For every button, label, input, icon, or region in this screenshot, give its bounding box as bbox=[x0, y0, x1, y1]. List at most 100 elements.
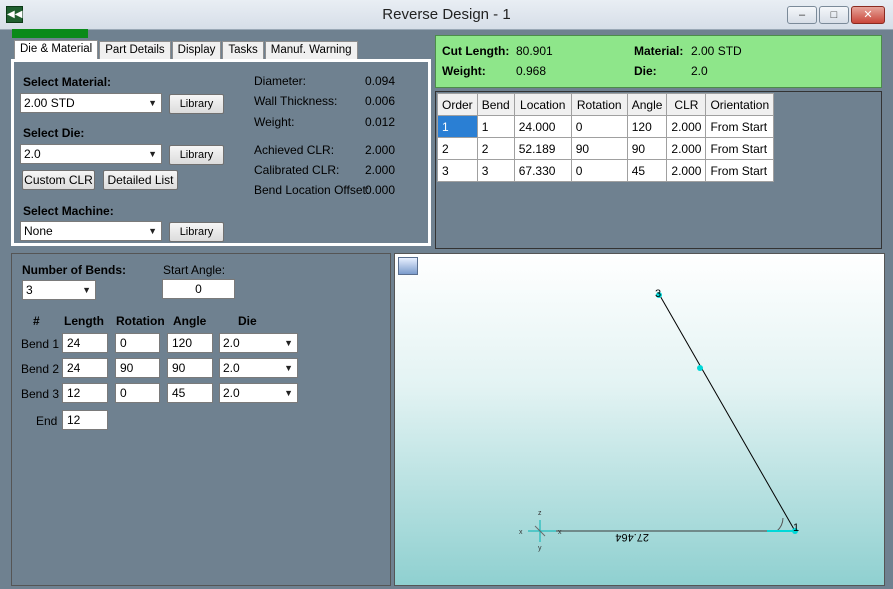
start-angle-label: Start Angle: bbox=[163, 263, 226, 277]
tube-drawing: 3 1 27.464 x x z y bbox=[519, 288, 799, 552]
bend-1-die-value: 2.0 bbox=[223, 336, 240, 350]
tab-tasks[interactable]: Tasks bbox=[222, 41, 264, 59]
table-cell[interactable]: 1 bbox=[437, 115, 478, 138]
table-row[interactable]: 2 2 52.189 90 90 2.000 From Start bbox=[437, 137, 775, 160]
table-row[interactable]: 3 3 67.330 0 45 2.000 From Start bbox=[437, 159, 775, 182]
die-summary-value: 2.0 bbox=[691, 64, 708, 78]
table-cell[interactable]: 90 bbox=[570, 137, 628, 160]
tube-3d-view[interactable]: 3 1 27.464 x x z y bbox=[394, 253, 885, 586]
bend-1-length-input[interactable]: 24 bbox=[62, 333, 108, 353]
chevron-down-icon: ▼ bbox=[148, 98, 157, 108]
table-cell[interactable]: 24.000 bbox=[513, 115, 572, 138]
die-select[interactable]: 2.0 ▼ bbox=[20, 144, 162, 164]
chevron-down-icon: ▼ bbox=[148, 226, 157, 236]
achieved-clr-label: Achieved CLR: bbox=[254, 143, 335, 157]
bend-1-die-select[interactable]: 2.0 ▼ bbox=[219, 333, 298, 353]
machine-select[interactable]: None ▼ bbox=[20, 221, 162, 241]
bend-2-die-select[interactable]: 2.0 ▼ bbox=[219, 358, 298, 378]
tab-manuf-warning[interactable]: Manuf. Warning bbox=[264, 41, 358, 59]
chevron-down-icon: ▼ bbox=[148, 149, 157, 159]
table-cell[interactable]: 0 bbox=[570, 159, 628, 182]
minimize-button[interactable]: – bbox=[787, 6, 817, 24]
bend-3-length-input[interactable]: 12 bbox=[62, 383, 108, 403]
table-cell[interactable]: 2 bbox=[437, 137, 478, 160]
table-cell[interactable]: 1 bbox=[476, 115, 515, 138]
summary-panel: Cut Length: 80.901 Weight: 0.968 Materia… bbox=[435, 35, 882, 88]
tab-display[interactable]: Display bbox=[171, 41, 222, 59]
table-cell[interactable]: 2 bbox=[476, 137, 515, 160]
table-cell[interactable]: 67.330 bbox=[513, 159, 572, 182]
table-cell[interactable]: 2.000 bbox=[666, 159, 707, 182]
col-bend[interactable]: Bend bbox=[476, 93, 515, 116]
bend-3-label: Bend 3 bbox=[21, 387, 60, 401]
axis-triad-icon: x x z y bbox=[519, 510, 562, 552]
col-angle[interactable]: Angle bbox=[626, 93, 668, 116]
end-length-input[interactable]: 12 bbox=[62, 410, 108, 430]
col-angle-label: Angle bbox=[173, 314, 207, 328]
bend-3-rotation-input[interactable]: 0 bbox=[115, 383, 160, 403]
table-cell[interactable]: 45 bbox=[626, 159, 668, 182]
table-cell[interactable]: 0 bbox=[570, 115, 628, 138]
col-die-label: Die bbox=[238, 314, 257, 328]
tube-segment bbox=[658, 293, 796, 532]
bend-1-rotation-input[interactable]: 0 bbox=[115, 333, 160, 353]
chevron-down-icon: ▼ bbox=[284, 338, 293, 348]
bend-1-label: Bend 1 bbox=[21, 337, 60, 351]
col-clr[interactable]: CLR bbox=[666, 93, 707, 116]
calibrated-clr-label: Calibrated CLR: bbox=[254, 163, 340, 177]
machine-library-button[interactable]: Library bbox=[169, 222, 224, 242]
number-of-bends-select[interactable]: 3 ▼ bbox=[22, 280, 96, 300]
chevron-down-icon: ▼ bbox=[82, 285, 91, 295]
bend-2-rotation-input[interactable]: 90 bbox=[115, 358, 160, 378]
title-bar: ◀◀ Reverse Design - 1 – □ ✕ bbox=[0, 0, 893, 30]
material-select[interactable]: 2.00 STD ▼ bbox=[20, 93, 162, 113]
table-cell[interactable]: 52.189 bbox=[513, 137, 572, 160]
weight-summary-value: 0.968 bbox=[516, 64, 547, 78]
wall-thickness-label: Wall Thickness: bbox=[254, 94, 338, 108]
bend-2-length-input[interactable]: 24 bbox=[62, 358, 108, 378]
die-summary-label: Die: bbox=[634, 64, 657, 78]
col-rotation[interactable]: Rotation bbox=[570, 93, 628, 116]
col-hash-label: # bbox=[33, 314, 40, 328]
table-cell[interactable]: 2.000 bbox=[666, 115, 707, 138]
weight-value: 0.012 bbox=[365, 115, 396, 129]
table-cell[interactable]: 90 bbox=[626, 137, 668, 160]
maximize-button[interactable]: □ bbox=[819, 6, 849, 24]
table-cell[interactable]: 3 bbox=[437, 159, 478, 182]
start-angle-input[interactable]: 0 bbox=[162, 279, 235, 299]
table-cell[interactable]: From Start bbox=[705, 137, 775, 160]
midpoint-marker[interactable] bbox=[697, 365, 703, 371]
bend-table: Order Bend Location Rotation Angle CLR O… bbox=[437, 93, 775, 182]
detailed-list-button[interactable]: Detailed List bbox=[103, 170, 178, 190]
col-order[interactable]: Order bbox=[437, 93, 478, 116]
tab-part-details[interactable]: Part Details bbox=[99, 41, 171, 59]
bend-2-label: Bend 2 bbox=[21, 362, 60, 376]
custom-clr-button[interactable]: Custom CLR bbox=[22, 170, 95, 190]
die-library-button[interactable]: Library bbox=[169, 145, 224, 165]
diameter-label: Diameter: bbox=[254, 74, 307, 88]
calibrated-clr-value: 2.000 bbox=[365, 163, 396, 177]
die-material-panel: Select Material: 2.00 STD ▼ Library Sele… bbox=[11, 59, 431, 246]
chevron-down-icon: ▼ bbox=[284, 363, 293, 373]
col-length-label: Length bbox=[64, 314, 104, 328]
table-cell[interactable]: From Start bbox=[705, 159, 775, 182]
bend-2-angle-input[interactable]: 90 bbox=[167, 358, 213, 378]
col-orientation[interactable]: Orientation bbox=[705, 93, 775, 116]
select-die-label: Select Die: bbox=[23, 126, 85, 140]
bend-3-die-select[interactable]: 2.0 ▼ bbox=[219, 383, 298, 403]
table-cell[interactable]: From Start bbox=[705, 115, 775, 138]
table-cell[interactable]: 2.000 bbox=[666, 137, 707, 160]
material-summary-label: Material: bbox=[634, 44, 684, 58]
cut-length-value: 80.901 bbox=[516, 44, 553, 58]
close-button[interactable]: ✕ bbox=[851, 6, 885, 24]
bend-location-offset-label: Bend Location Offset: bbox=[254, 183, 370, 197]
table-cell[interactable]: 120 bbox=[626, 115, 668, 138]
material-library-button[interactable]: Library bbox=[169, 94, 224, 114]
table-cell[interactable]: 3 bbox=[476, 159, 515, 182]
table-row[interactable]: 1 1 24.000 0 120 2.000 From Start bbox=[437, 115, 775, 138]
col-location[interactable]: Location bbox=[513, 93, 572, 116]
material-select-value: 2.00 STD bbox=[24, 96, 75, 110]
tab-die-material[interactable]: Die & Material bbox=[14, 40, 99, 59]
bend-3-angle-input[interactable]: 45 bbox=[167, 383, 213, 403]
bend-1-angle-input[interactable]: 120 bbox=[167, 333, 213, 353]
